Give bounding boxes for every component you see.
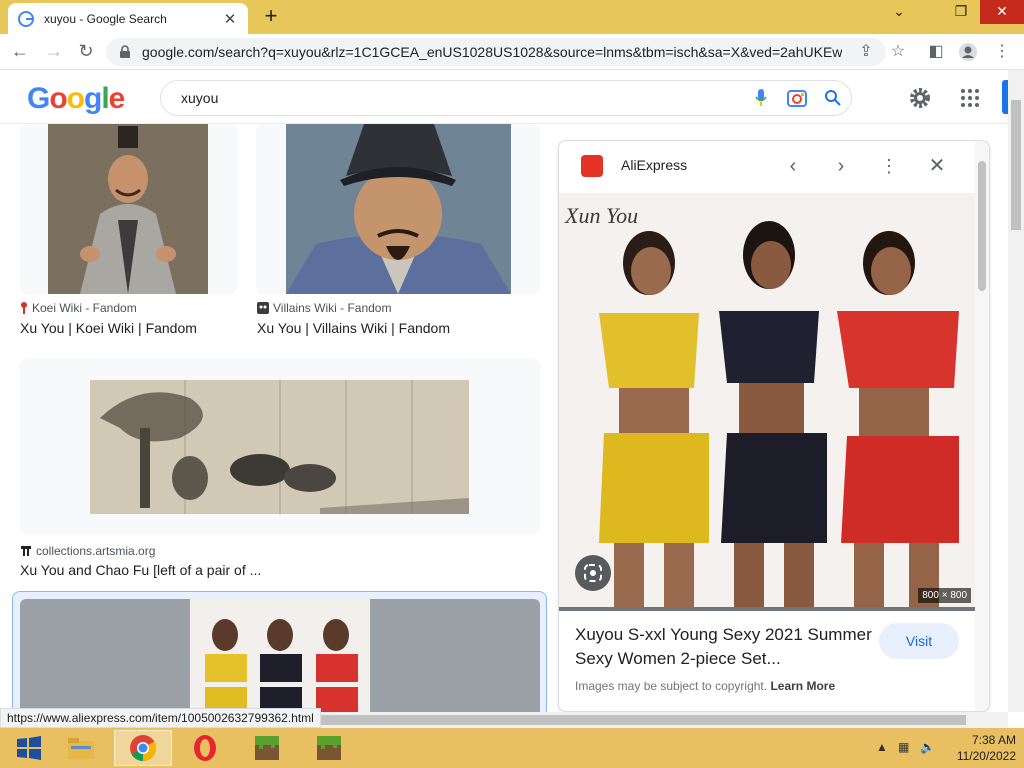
logo-letter: e: [108, 82, 126, 115]
lock-icon: [120, 45, 130, 58]
image-results-grid: Koei Wiki - Fandom Xu You | Koei Wiki | …: [0, 124, 556, 712]
preview-image[interactable]: Xun You 800 × 800: [559, 193, 975, 607]
url-text: google.com/search?q=xuyou&rlz=1C1GCEA_en…: [142, 44, 842, 60]
link-status-bubble: https://www.aliexpress.com/item/10050026…: [0, 708, 321, 728]
taskbar-clock[interactable]: 7:38 AM 11/20/2022: [944, 732, 1016, 764]
browser-toolbar: ← → ↻ google.com/search?q=xuyou&rlz=1C1G…: [0, 34, 1024, 70]
address-bar[interactable]: google.com/search?q=xuyou&rlz=1C1GCEA_en…: [106, 38, 886, 66]
browser-tab[interactable]: xuyou - Google Search ✕: [8, 3, 248, 34]
result-source-label: Koei Wiki - Fandom: [32, 301, 137, 315]
reload-icon[interactable]: ↻: [74, 40, 98, 64]
google-logo[interactable]: Google: [27, 82, 126, 116]
restore-icon[interactable]: ❐: [944, 0, 978, 24]
learn-more-link[interactable]: Learn More: [770, 679, 835, 693]
result-thumbnail: [286, 124, 511, 294]
start-windows-icon[interactable]: [0, 730, 58, 766]
windows-taskbar: ▲ ▦ 🔈 7:38 AM 11/20/2022: [0, 728, 1024, 768]
clock-time: 7:38 AM: [971, 733, 1016, 747]
preview-scrollbar-thumb[interactable]: [978, 161, 986, 291]
result-image-card[interactable]: [20, 599, 540, 712]
preview-watermark-text: Xun You: [564, 203, 638, 228]
result-source-label: Villains Wiki - Fandom: [273, 301, 392, 315]
google-header: Google xuyou: [0, 70, 1008, 124]
previous-chevron-icon[interactable]: ‹: [781, 155, 805, 179]
selected-result-frame[interactable]: [12, 591, 547, 712]
google-apps-grid-icon[interactable]: [958, 86, 982, 110]
result-thumbnail: [48, 124, 208, 294]
tray-chevron-icon[interactable]: ▲: [876, 740, 888, 754]
visit-button[interactable]: Visit: [879, 623, 959, 659]
minecraft-taskbar-icon[interactable]: [238, 730, 296, 766]
result-source[interactable]: Villains Wiki - Fandom: [257, 301, 391, 315]
menu-kebab-icon[interactable]: ⋮: [992, 42, 1012, 62]
result-image-card[interactable]: [20, 358, 540, 534]
result-thumbnail: [90, 380, 469, 514]
next-chevron-icon[interactable]: ›: [829, 155, 853, 179]
copyright-text: Images may be subject to copyright.: [575, 679, 768, 693]
search-input[interactable]: xuyou: [181, 90, 743, 106]
forward-arrow-icon[interactable]: →: [42, 40, 66, 64]
preview-site-name[interactable]: AliExpress: [621, 157, 687, 173]
copyright-note: Images may be subject to copyright. Lear…: [575, 679, 835, 693]
logo-letter: g: [84, 82, 102, 115]
side-panel-icon[interactable]: ◧: [926, 42, 946, 62]
result-image-card[interactable]: [20, 124, 238, 294]
tab-strip: xuyou - Google Search ✕ + ⌄ ❐ ✕: [0, 0, 1024, 34]
close-window-icon[interactable]: ✕: [980, 0, 1024, 24]
clock-date: 11/20/2022: [956, 749, 1016, 763]
vertical-scrollbar-thumb[interactable]: [1011, 100, 1021, 230]
settings-gear-icon[interactable]: [908, 86, 932, 110]
preview-title[interactable]: Xuyou S-xxl Young Sexy 2021 Summer Sexy …: [575, 623, 875, 671]
result-title[interactable]: Xu You | Villains Wiki | Fandom: [257, 320, 450, 336]
tab-title: xuyou - Google Search: [44, 11, 167, 26]
result-source[interactable]: Koei Wiki - Fandom: [20, 301, 137, 315]
result-image-card[interactable]: [256, 124, 540, 294]
image-preview-panel: AliExpress ‹ › ⋮ ✕ Xun You 800 × 800 Xuy…: [558, 140, 990, 712]
search-icon[interactable]: [815, 86, 851, 110]
google-favicon-icon: [18, 10, 34, 27]
chrome-taskbar-icon[interactable]: [114, 730, 172, 766]
museum-favicon-icon: [20, 545, 32, 557]
image-divider: [559, 607, 975, 611]
profile-avatar-icon[interactable]: [958, 42, 978, 62]
villains-wiki-favicon-icon: [257, 302, 269, 314]
more-options-icon[interactable]: ⋮: [877, 155, 901, 179]
share-icon[interactable]: ⇪: [856, 42, 876, 62]
preview-header: AliExpress ‹ › ⋮ ✕: [559, 141, 989, 193]
new-tab-button[interactable]: +: [258, 4, 284, 30]
opera-taskbar-icon[interactable]: [176, 730, 234, 766]
aliexpress-logo-icon: [581, 155, 603, 177]
preview-photo: Xun You: [559, 193, 975, 607]
network-icon[interactable]: ▦: [898, 740, 909, 754]
image-dimensions: 800 × 800: [918, 588, 971, 603]
minimize-icon[interactable]: ⌄: [882, 0, 916, 24]
logo-letter: o: [49, 82, 67, 115]
koei-wiki-favicon-icon: [20, 302, 28, 314]
volume-icon[interactable]: 🔈: [920, 740, 935, 754]
camera-lens-icon[interactable]: [779, 86, 815, 110]
microphone-icon[interactable]: [743, 86, 779, 110]
close-preview-icon[interactable]: ✕: [925, 155, 949, 179]
result-source[interactable]: collections.artsmia.org: [20, 544, 155, 558]
page-vertical-scrollbar[interactable]: [1008, 70, 1024, 712]
google-lens-icon[interactable]: [575, 555, 611, 591]
logo-letter: o: [66, 82, 85, 115]
logo-letter: l: [101, 82, 109, 115]
logo-letter: G: [27, 82, 50, 115]
result-source-label: collections.artsmia.org: [36, 544, 156, 558]
tab-close-icon[interactable]: ✕: [222, 10, 238, 28]
bookmark-star-icon[interactable]: ☆: [888, 42, 908, 62]
minecraft-taskbar-icon[interactable]: [300, 730, 358, 766]
result-thumbnail: [190, 599, 370, 712]
preview-scrollbar[interactable]: [975, 141, 989, 711]
result-title[interactable]: Xu You | Koei Wiki | Fandom: [20, 320, 197, 336]
result-title[interactable]: Xu You and Chao Fu [left of a pair of ..…: [20, 562, 261, 578]
back-arrow-icon[interactable]: ←: [8, 40, 32, 64]
search-box[interactable]: xuyou: [160, 80, 852, 116]
file-explorer-icon[interactable]: [52, 730, 110, 766]
